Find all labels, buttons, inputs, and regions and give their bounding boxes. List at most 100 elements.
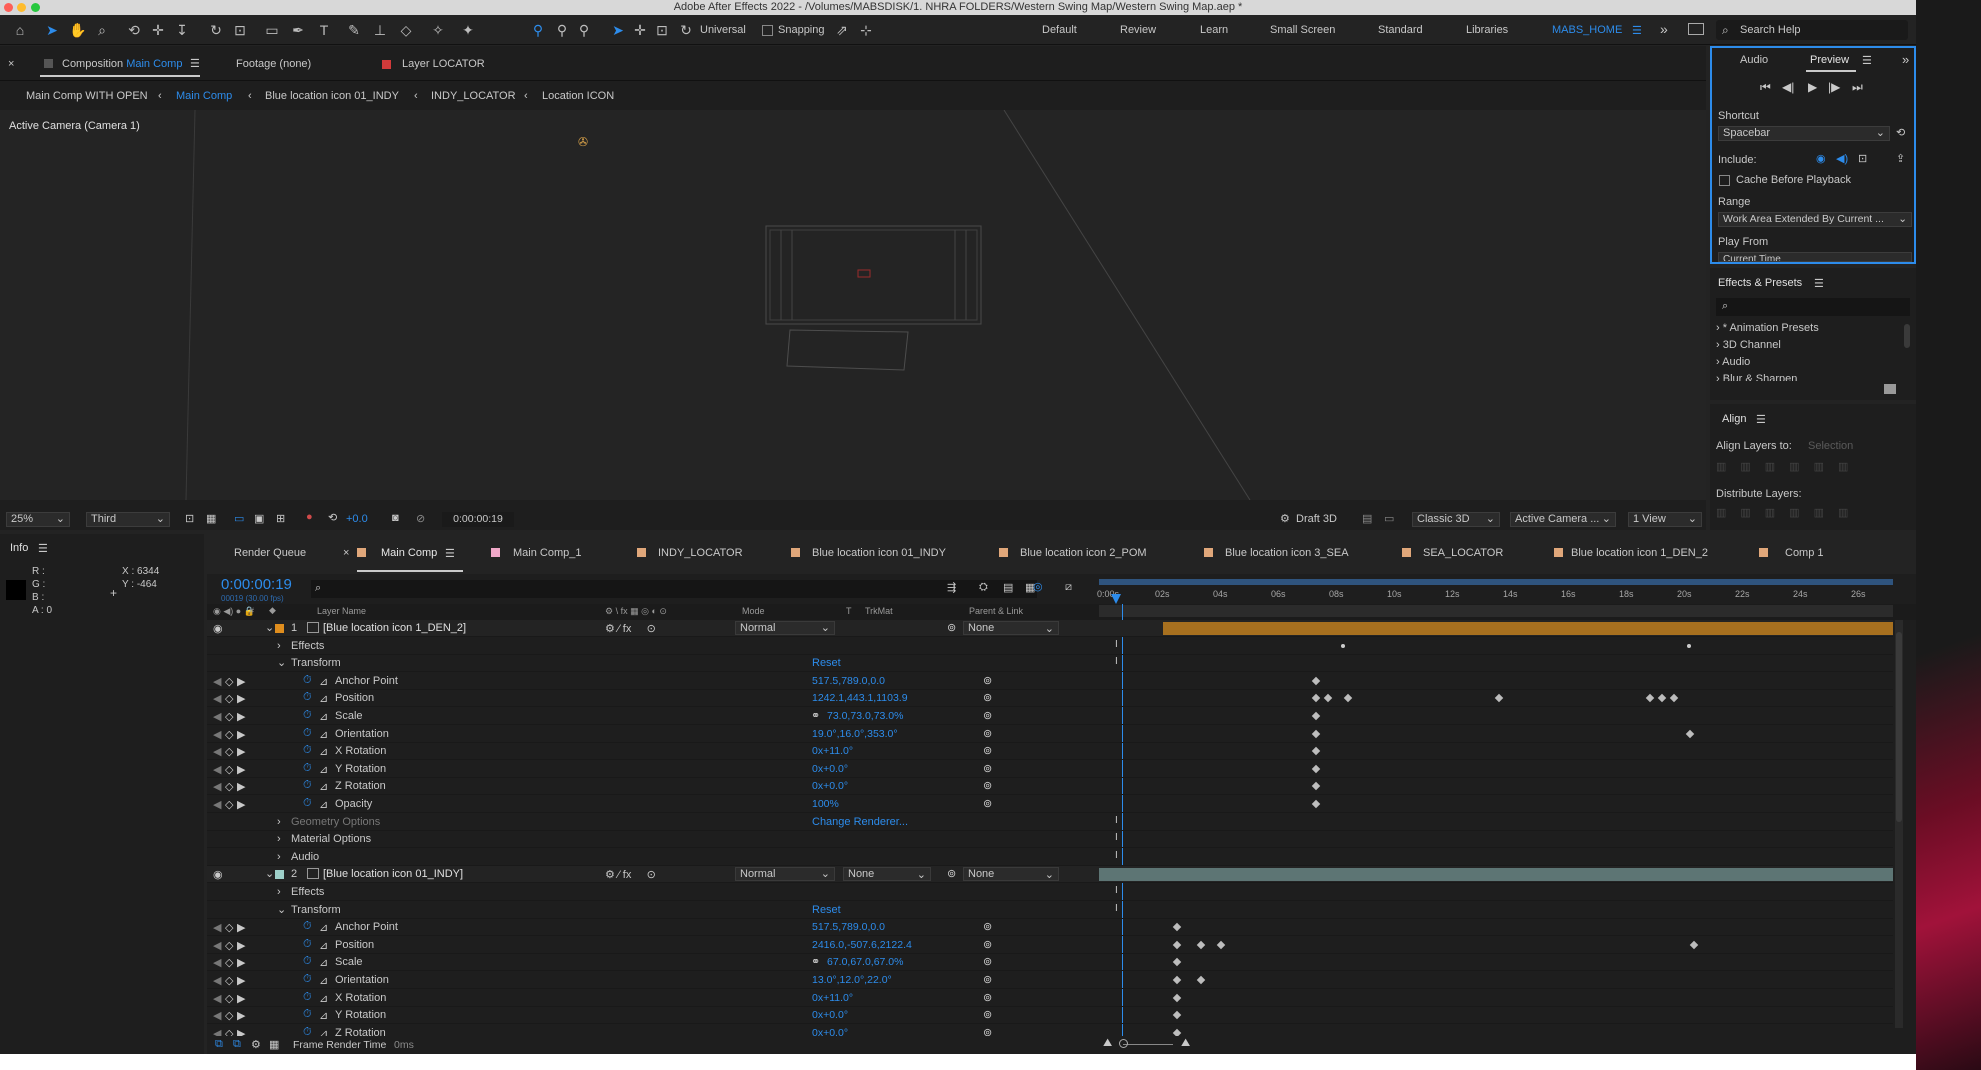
align-buttons[interactable]: ▥▥▥▥▥▥ <box>1716 460 1906 474</box>
mask-visibility-icon[interactable]: ▭ <box>234 512 244 525</box>
close-tab-icon[interactable]: × <box>8 53 14 75</box>
workspace-mabs-home[interactable]: MABS_HOME <box>1552 24 1622 36</box>
workspace-small-screen[interactable]: Small Screen <box>1270 24 1335 36</box>
timeline-search-input[interactable]: ⌕ <box>311 580 1037 598</box>
region-of-interest-icon[interactable]: ⊡ <box>185 512 194 525</box>
pan-behind-icon[interactable]: ⊡ <box>230 20 250 40</box>
keyframe-nav-next-icon[interactable]: ▶ <box>237 1009 245 1022</box>
stopwatch-icon[interactable]: ⏱ <box>303 938 312 951</box>
hand-tool-icon[interactable]: ✋ <box>68 20 88 40</box>
puppet-pin-icon[interactable]: ✦ <box>458 20 478 40</box>
gizmo-scale-icon[interactable]: ⊡ <box>652 20 672 40</box>
keyframe-nav-next-icon[interactable]: ▶ <box>237 763 245 776</box>
add-keyframe-icon[interactable]: ◇ <box>225 675 233 688</box>
effects-menu-icon[interactable]: ☰ <box>1814 277 1824 290</box>
keyframe-nav-prev-icon[interactable]: ◀ <box>213 992 221 1005</box>
eye-icon[interactable]: ◉ <box>213 868 223 881</box>
ground-plane-icon[interactable]: ▭ <box>1384 512 1394 525</box>
tab-main-comp[interactable]: Main Comp <box>381 547 437 559</box>
parent-dropdown[interactable]: None ⌄ <box>963 867 1059 882</box>
in-out-toggle-icon[interactable]: ⚙ <box>251 1038 261 1051</box>
tab-render-queue[interactable]: Render Queue <box>234 547 306 559</box>
extended-viewer-icon[interactable]: ▤ <box>1362 512 1372 525</box>
expression-pick-whip-icon[interactable]: ⊚ <box>983 973 992 986</box>
stopwatch-icon[interactable]: ⏱ <box>303 744 312 757</box>
collapse-chevron-icon[interactable]: ⌄ <box>265 867 274 880</box>
draft-3d-toggle-icon[interactable]: ⛭ <box>979 581 988 594</box>
timeline-timecode[interactable]: 0:00:00:19 <box>221 576 292 593</box>
roto-brush-icon[interactable]: ✧ <box>428 20 448 40</box>
include-overlays-icon[interactable]: ⊡ <box>1858 152 1867 165</box>
property-value[interactable]: 13.0°,12.0°,22.0° <box>812 974 892 986</box>
transform-group[interactable]: Transform <box>291 904 341 916</box>
layer-switches[interactable]: ⚙ ⁄ fx ⊙ <box>605 868 656 881</box>
dolly-camera-icon[interactable]: ↧ <box>172 20 192 40</box>
range-dropdown[interactable]: Work Area Extended By Current ... ⌄ <box>1718 212 1912 227</box>
keyframe[interactable] <box>1197 975 1206 985</box>
stopwatch-icon[interactable]: ⏱ <box>303 991 312 1004</box>
effects-item[interactable]: › 3D Channel <box>1716 339 1781 351</box>
keyframe[interactable] <box>1494 694 1504 703</box>
graph-icon[interactable]: ⊿ <box>319 798 328 811</box>
pan-camera-icon[interactable]: ✛ <box>148 20 168 40</box>
play-from-dropdown[interactable]: Current Time <box>1718 252 1912 262</box>
breadcrumb-item-active[interactable]: Main Comp <box>176 85 232 107</box>
keyframe[interactable] <box>1669 694 1678 703</box>
graph-icon[interactable]: ⊿ <box>319 745 328 758</box>
rotate-tool-icon[interactable]: ↻ <box>206 20 226 40</box>
reset-link[interactable]: Reset <box>812 657 841 669</box>
close-tab-icon[interactable]: × <box>343 547 349 559</box>
property-value[interactable]: 67.0,67.0,67.0% <box>827 956 903 968</box>
work-area-bar[interactable] <box>1099 579 1893 585</box>
view-axis-icon[interactable]: ⚲ <box>574 20 594 40</box>
keyframe[interactable] <box>1216 940 1226 950</box>
keyframe[interactable] <box>1312 694 1321 703</box>
tab-blue-location-indy[interactable]: Blue location icon 01_INDY <box>812 547 946 559</box>
expression-pick-whip-icon[interactable]: ⊚ <box>983 1008 992 1021</box>
snap-option-icon[interactable]: ⇗ <box>832 20 852 40</box>
motion-blur-icon[interactable]: ◎ <box>1033 580 1043 593</box>
renderer-dropdown[interactable]: Classic 3D ⌄ <box>1412 512 1500 527</box>
keyframe[interactable] <box>1173 922 1182 932</box>
view-layout-dropdown[interactable]: 1 View ⌄ <box>1628 512 1702 527</box>
effect-keyframe-dot[interactable] <box>1686 643 1691 648</box>
keyframe-nav-prev-icon[interactable]: ◀ <box>213 710 221 723</box>
constrain-proportions-icon[interactable]: ⚭ <box>811 709 820 722</box>
tab-blue-location-sea[interactable]: Blue location icon 3_SEA <box>1225 547 1349 559</box>
graph-icon[interactable]: ⊿ <box>319 780 328 793</box>
add-keyframe-icon[interactable]: ◇ <box>225 763 233 776</box>
type-tool-icon[interactable]: T <box>314 20 334 40</box>
effects-search-input[interactable]: ⌕ <box>1716 298 1910 316</box>
keyframe-nav-prev-icon[interactable]: ◀ <box>213 728 221 741</box>
effects-item[interactable]: › Blur & Sharpen <box>1716 373 1797 381</box>
material-options[interactable]: Material Options <box>291 833 371 845</box>
keyframe-nav-next-icon[interactable]: ▶ <box>237 956 245 969</box>
graph-icon[interactable]: ⊿ <box>319 992 328 1005</box>
brush-tool-icon[interactable]: ✎ <box>344 20 364 40</box>
selection-tool-icon[interactable]: ➤ <box>42 20 62 40</box>
property-value[interactable]: 2416.0,-507.6,2122.4 <box>812 939 912 951</box>
add-keyframe-icon[interactable]: ◇ <box>225 798 233 811</box>
stopwatch-icon[interactable]: ⏱ <box>303 762 312 775</box>
pen-tool-icon[interactable]: ✒ <box>288 20 308 40</box>
viewer-timecode[interactable]: 0:00:00:19 <box>442 512 514 527</box>
eraser-tool-icon[interactable]: ◇ <box>396 20 416 40</box>
keyframe[interactable] <box>1689 940 1698 950</box>
breadcrumb-item[interactable]: Location ICON <box>542 85 614 107</box>
last-frame-icon[interactable]: ⏭ <box>1852 80 1863 95</box>
comp-mini-flowchart-icon[interactable]: ⇶ <box>947 581 956 594</box>
workspace-learn[interactable]: Learn <box>1200 24 1228 36</box>
keyframe-nav-prev-icon[interactable]: ◀ <box>213 921 221 934</box>
world-axis-icon[interactable]: ⚲ <box>552 20 572 40</box>
expand-chevron-icon[interactable]: › <box>277 886 281 898</box>
tab-blue-location-pom[interactable]: Blue location icon 2_POM <box>1020 547 1147 559</box>
layer-switches[interactable]: ⚙ ⁄ fx ⊙ <box>605 622 656 635</box>
keyframe-nav-next-icon[interactable]: ▶ <box>237 992 245 1005</box>
tab-main-comp-1[interactable]: Main Comp_1 <box>513 547 581 559</box>
gizmo-rotate-icon[interactable]: ↻ <box>676 20 696 40</box>
expand-panels-icon[interactable]: » <box>1902 52 1909 67</box>
zoom-tool-icon[interactable]: ⌕ <box>92 20 112 40</box>
zoom-in-icon[interactable]: ⛰ <box>1181 1037 1190 1050</box>
property-value[interactable]: 0x+0.0° <box>812 780 848 792</box>
time-ruler[interactable]: 0:00s 02s 04s 06s 08s 10s 12s 14s 16s 18s 20s 22s 24… <box>1097 579 1893 617</box>
